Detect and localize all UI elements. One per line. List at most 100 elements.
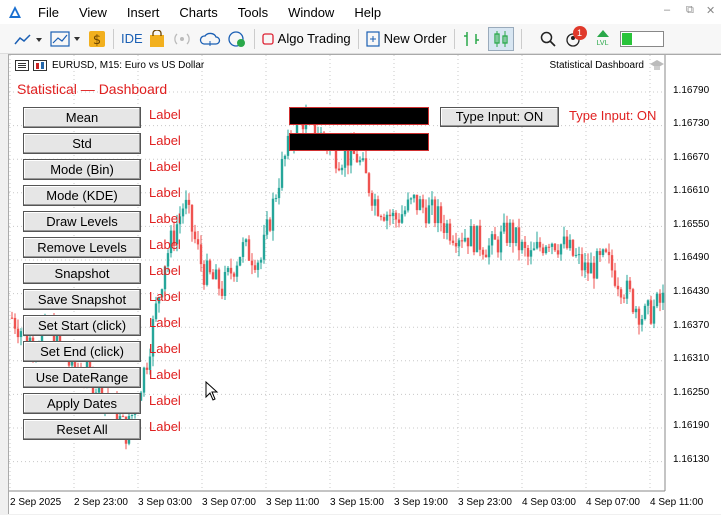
candle-body xyxy=(637,308,641,325)
mean-value-label: Label xyxy=(149,107,181,122)
time-axis-tick: 3 Sep 03:00 xyxy=(138,497,192,508)
candle-body xyxy=(145,367,149,370)
indicators-icon[interactable] xyxy=(14,27,44,51)
candle-body xyxy=(247,239,251,261)
candle-body xyxy=(424,207,428,224)
candle-body xyxy=(214,269,218,280)
candle-body xyxy=(271,198,275,231)
end-date-input[interactable] xyxy=(289,133,429,151)
candle-body xyxy=(403,210,407,215)
ide-button[interactable]: IDE xyxy=(121,27,143,51)
candle-body xyxy=(610,255,614,271)
candle-body xyxy=(202,264,206,285)
chart-type-icon[interactable] xyxy=(50,27,82,51)
menu-bar: File View Insert Charts Tools Window Hel… xyxy=(0,0,721,24)
restore-icon[interactable]: ⧉ xyxy=(686,4,694,17)
candle-body xyxy=(433,199,437,224)
apply-dates-button[interactable]: Apply Dates xyxy=(23,393,141,414)
candle-body xyxy=(619,289,623,298)
candle-body xyxy=(475,225,479,253)
candle-body xyxy=(256,262,260,270)
std-button[interactable]: Std xyxy=(23,133,141,154)
menu-file[interactable]: File xyxy=(38,5,59,20)
candle-body xyxy=(382,217,386,221)
draw-levels-button[interactable]: Draw Levels xyxy=(23,211,141,232)
candle-body xyxy=(439,206,443,224)
use-date-range-button[interactable]: Use DateRange xyxy=(23,367,141,388)
candle-body xyxy=(388,214,392,217)
candle-body xyxy=(535,241,539,249)
chart-list-icon[interactable] xyxy=(15,60,29,71)
candle-body xyxy=(370,193,374,206)
price-axis-tick: 1.16670 xyxy=(673,152,710,163)
candle-body xyxy=(391,212,395,217)
candle-body xyxy=(337,168,341,171)
bar-chart-icon[interactable] xyxy=(462,27,482,51)
mode-bin-button[interactable]: Mode (Bin) xyxy=(23,159,141,180)
candle-body xyxy=(379,215,383,218)
toolbar-separator xyxy=(253,28,255,49)
candle-body xyxy=(376,199,380,216)
level-icon[interactable]: LVL xyxy=(592,27,614,51)
search-icon[interactable] xyxy=(540,27,556,51)
reset-all-button[interactable]: Reset All xyxy=(23,419,141,440)
menu-help[interactable]: Help xyxy=(354,5,381,20)
remove-levels-button[interactable]: Remove Levels xyxy=(23,237,141,258)
candle-body xyxy=(499,231,503,253)
mean-button[interactable]: Mean xyxy=(23,107,141,128)
candlestick-chart-icon[interactable] xyxy=(487,26,514,51)
menu-insert[interactable]: Insert xyxy=(127,5,160,20)
type-input-toggle-button[interactable]: Type Input: ON xyxy=(440,107,559,127)
start-date-input[interactable] xyxy=(289,107,429,125)
close-icon[interactable]: ✕ xyxy=(706,4,715,17)
candle-body xyxy=(469,225,473,247)
dollar-icon[interactable]: $ xyxy=(88,27,106,51)
new-order-button[interactable]: New Order xyxy=(366,27,447,51)
candle-body xyxy=(502,222,506,232)
toolbar-separator xyxy=(113,28,114,49)
time-axis-tick: 3 Sep 23:00 xyxy=(458,497,512,508)
menu-view[interactable]: View xyxy=(79,5,107,20)
toolbar-separator xyxy=(357,28,359,49)
candle-body xyxy=(514,227,518,244)
minimize-icon[interactable]: – xyxy=(664,4,670,16)
candle-body xyxy=(430,199,434,206)
mode-kde-value-label: Label xyxy=(149,185,181,200)
mouse-cursor-icon xyxy=(205,381,219,401)
candle-body xyxy=(445,223,449,233)
algo-trading-button[interactable]: Algo Trading xyxy=(262,27,351,51)
menu-tools[interactable]: Tools xyxy=(238,5,268,20)
price-axis-tick: 1.16430 xyxy=(673,286,710,297)
notification-badge: 1 xyxy=(572,25,587,40)
candle-body xyxy=(199,244,203,265)
cloud-icon[interactable] xyxy=(199,27,221,51)
menu-window[interactable]: Window xyxy=(288,5,334,20)
notifications-icon[interactable]: 1 xyxy=(562,25,587,51)
candle-body xyxy=(634,308,638,313)
candle-body xyxy=(625,280,629,299)
set-start-button[interactable]: Set Start (click) xyxy=(23,315,141,336)
dashboard-title: Statistical — Dashboard xyxy=(17,81,168,97)
candle-body xyxy=(343,150,347,168)
candle-body xyxy=(454,243,458,247)
set-end-button[interactable]: Set End (click) xyxy=(23,341,141,362)
candle-body xyxy=(193,231,197,240)
chart-flag-icon[interactable] xyxy=(33,60,47,71)
signal-strength-fill xyxy=(621,32,632,45)
type-input-status-label: Type Input: ON xyxy=(569,108,657,123)
menu-charts[interactable]: Charts xyxy=(179,5,217,20)
candle-body xyxy=(496,239,500,253)
mode-kde-button[interactable]: Mode (KDE) xyxy=(23,185,141,206)
candle-body xyxy=(280,158,284,188)
candle-body xyxy=(466,237,470,247)
candle-body xyxy=(583,262,587,271)
market-bag-icon[interactable] xyxy=(149,27,165,51)
vps-icon[interactable] xyxy=(227,27,247,51)
expert-cap-icon[interactable] xyxy=(649,59,665,72)
time-axis-tick: 3 Sep 15:00 xyxy=(330,497,384,508)
snapshot-button[interactable]: Snapshot xyxy=(23,263,141,284)
candle-body xyxy=(274,198,278,200)
signal-icon[interactable] xyxy=(171,27,193,51)
save-snapshot-button[interactable]: Save Snapshot xyxy=(23,289,141,310)
chart-window[interactable]: EURUSD, M15: Euro vs US Dollar Statistic… xyxy=(8,54,721,514)
